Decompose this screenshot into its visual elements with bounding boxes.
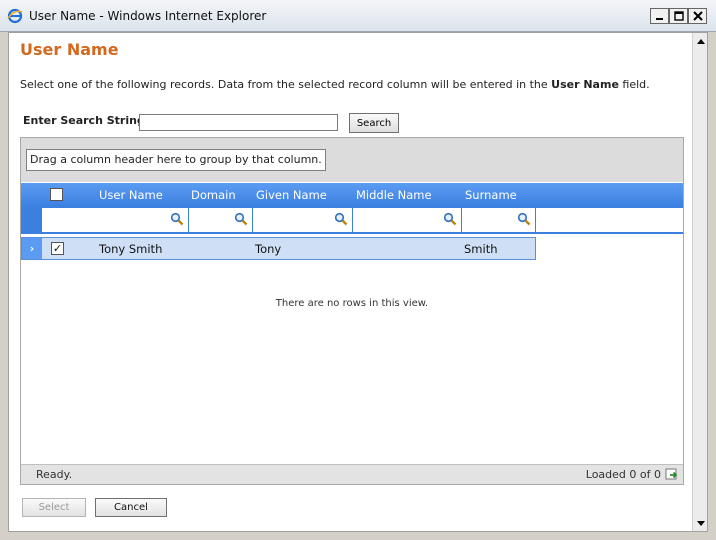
filter-user-name[interactable] bbox=[42, 208, 188, 232]
search-input[interactable] bbox=[139, 114, 338, 131]
scroll-up-arrow-icon bbox=[697, 38, 705, 44]
column-header-given-name[interactable]: Given Name bbox=[256, 188, 327, 202]
cell-surname: Smith bbox=[464, 242, 498, 256]
column-header-middle-name[interactable]: Middle Name bbox=[356, 188, 432, 202]
records-grid: Drag a column header here to group by th… bbox=[20, 137, 684, 485]
cell-given-name: Tony bbox=[255, 242, 282, 256]
group-by-hint: Drag a column header here to group by th… bbox=[26, 149, 326, 171]
search-icon[interactable] bbox=[517, 212, 531, 226]
filter-spacer bbox=[536, 208, 683, 232]
select-button[interactable]: Select bbox=[22, 498, 86, 517]
minimize-icon bbox=[655, 18, 663, 20]
table-row[interactable]: › ✓ Tony Smith Tony Smith bbox=[21, 237, 536, 260]
column-header-surname[interactable]: Surname bbox=[465, 188, 517, 202]
close-icon bbox=[692, 11, 703, 21]
search-icon[interactable] bbox=[334, 212, 348, 226]
grid-header-row: User Name Domain Given Name Middle Name … bbox=[21, 183, 683, 207]
scroll-down-arrow-icon bbox=[697, 520, 705, 526]
filter-given-name[interactable] bbox=[253, 208, 352, 232]
column-header-user-name[interactable]: User Name bbox=[99, 188, 163, 202]
page-title: User Name bbox=[20, 40, 119, 59]
column-header-domain[interactable]: Domain bbox=[191, 188, 236, 202]
loaded-count: Loaded 0 of 0 bbox=[585, 468, 661, 481]
maximize-icon bbox=[673, 11, 684, 21]
filter-surname[interactable] bbox=[462, 208, 535, 232]
cancel-button[interactable]: Cancel bbox=[95, 498, 167, 517]
filter-domain[interactable] bbox=[189, 208, 252, 232]
search-button[interactable]: Search bbox=[349, 113, 399, 133]
search-icon[interactable] bbox=[170, 212, 184, 226]
export-icon[interactable] bbox=[665, 467, 679, 481]
page-scrollbar[interactable] bbox=[692, 33, 707, 531]
row-checkbox[interactable]: ✓ bbox=[51, 242, 64, 255]
close-button[interactable] bbox=[688, 8, 707, 24]
search-label: Enter Search String: bbox=[23, 114, 150, 127]
no-rows-message: There are no rows in this view. bbox=[275, 298, 429, 309]
filter-middle-name[interactable] bbox=[353, 208, 461, 232]
scroll-down-button[interactable] bbox=[693, 516, 707, 531]
internet-explorer-icon bbox=[7, 8, 23, 24]
window-title: User Name - Windows Internet Explorer bbox=[29, 9, 267, 23]
status-text: Ready. bbox=[36, 468, 73, 481]
scroll-up-button[interactable] bbox=[693, 33, 707, 48]
grid-status-bar: Ready. Loaded 0 of 0 bbox=[21, 464, 683, 484]
group-by-panel[interactable]: Drag a column header here to group by th… bbox=[21, 138, 683, 182]
grid-filter-row bbox=[21, 207, 683, 234]
minimize-button[interactable] bbox=[650, 8, 669, 24]
search-icon[interactable] bbox=[443, 212, 457, 226]
select-all-checkbox[interactable] bbox=[50, 188, 63, 201]
maximize-button[interactable] bbox=[669, 8, 688, 24]
instructions-text: Select one of the following records. Dat… bbox=[20, 78, 650, 91]
dialog-content: User Name Select one of the following re… bbox=[8, 32, 708, 532]
instructions-field-name: User Name bbox=[551, 78, 619, 91]
current-row-indicator-icon: › bbox=[22, 238, 42, 259]
cell-user-name: Tony Smith bbox=[99, 242, 163, 256]
search-icon[interactable] bbox=[234, 212, 248, 226]
window-titlebar: User Name - Windows Internet Explorer bbox=[0, 0, 716, 32]
instructions-pre: Select one of the following records. Dat… bbox=[20, 78, 552, 91]
instructions-post: field. bbox=[618, 78, 650, 91]
